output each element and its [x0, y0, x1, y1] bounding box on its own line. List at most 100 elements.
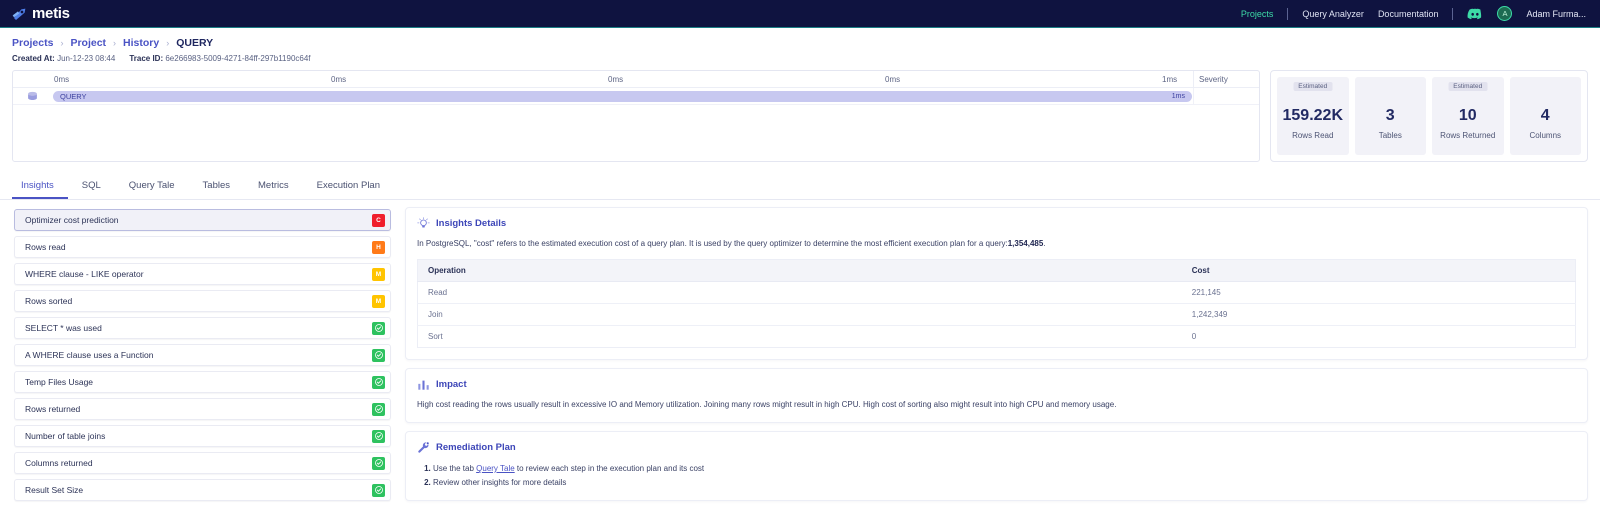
severity-badge-ok-icon: [372, 348, 385, 362]
remediation-steps: Use the tab Query Tale to review each st…: [417, 462, 1576, 489]
nav-link-documentation[interactable]: Documentation: [1378, 9, 1439, 19]
insight-item[interactable]: Rows sorted M: [14, 290, 391, 312]
remediation-header: Remediation Plan: [417, 441, 1576, 454]
nav-links: Projects Query Analyzer Documentation A …: [1241, 6, 1586, 21]
insights-list: Optimizer cost prediction C Rows read H WHER…: [12, 207, 393, 523]
nav-divider: [1452, 7, 1454, 20]
breadcrumb-item-history[interactable]: History: [123, 37, 159, 49]
insight-item[interactable]: Rows read H: [14, 236, 391, 258]
insight-item[interactable]: SELECT * was used: [14, 317, 391, 339]
app-logo[interactable]: metis: [12, 5, 70, 22]
trace-row-gutter: [13, 91, 51, 102]
trace-span-track: QUERY 1ms: [51, 88, 1193, 104]
breadcrumb-item-project[interactable]: Project: [70, 37, 106, 49]
stat-value: 3: [1385, 107, 1395, 125]
estimated-badge: Estimated: [1293, 82, 1333, 91]
insight-item-label: Number of table joins: [25, 431, 106, 441]
insight-item[interactable]: Optimizer cost prediction C: [14, 209, 391, 231]
remediation-step: Use the tab Query Tale to review each st…: [433, 462, 1576, 476]
insights-details-card: Insights Details In PostgreSQL, "cost" r…: [405, 207, 1588, 360]
created-at-label: Created At:: [12, 54, 55, 63]
cost-cell-operation: Join: [417, 303, 1182, 326]
severity-badge: H: [372, 240, 385, 254]
breadcrumb-separator-icon: ›: [60, 38, 64, 48]
impact-card: Impact High cost reading the rows usuall…: [405, 368, 1588, 423]
remediation-step-text-after: to review each step in the execution pla…: [514, 464, 705, 473]
stat-card-columns: 4 Columns: [1509, 77, 1581, 155]
insight-item[interactable]: Columns returned: [14, 452, 391, 474]
stat-value: 10: [1458, 107, 1477, 125]
tab-sql[interactable]: SQL: [68, 174, 115, 199]
cost-cell-cost: 0: [1191, 332, 1197, 341]
insight-item-label: Rows returned: [25, 404, 81, 414]
trace-tick-3: 0ms: [885, 74, 901, 84]
bar-chart-icon: [418, 380, 429, 390]
severity-badge: C: [372, 213, 385, 227]
insights-content: Optimizer cost prediction C Rows read H WHER…: [0, 200, 1600, 523]
breadcrumb-item-projects[interactable]: Projects: [12, 37, 53, 49]
insight-item[interactable]: WHERE clause - LIKE operator M: [14, 263, 391, 285]
insight-item-label: WHERE clause - LIKE operator: [25, 269, 144, 279]
remediation-step-text: Use the tab: [433, 464, 477, 473]
remediation-title: Remediation Plan: [436, 442, 516, 453]
avatar[interactable]: A: [1497, 6, 1513, 21]
breadcrumb-item-query: QUERY: [176, 37, 214, 49]
trace-timeline-panel: 0ms 0ms 0ms 0ms 1ms Severity QUERY 1ms: [12, 70, 1260, 162]
insight-detail-column: Insights Details In PostgreSQL, "cost" r…: [405, 207, 1588, 523]
tab-insights[interactable]: Insights: [12, 174, 68, 199]
insights-details-header: Insights Details: [417, 217, 1576, 230]
breadcrumb-separator-icon: ›: [113, 38, 117, 48]
trace-id-label: Trace ID:: [129, 54, 164, 63]
stat-label: Rows Read: [1292, 130, 1334, 140]
trace-tick-2: 0ms: [608, 74, 624, 84]
remediation-card: Remediation Plan Use the tab Query Tale …: [405, 431, 1588, 502]
tab-execution-plan[interactable]: Execution Plan: [303, 174, 394, 199]
stats-panel: Estimated 159.22K Rows Read 3 Tables Est…: [1270, 70, 1588, 162]
insight-item[interactable]: A WHERE clause uses a Function: [14, 344, 391, 366]
trace-row-severity-cell: [1193, 88, 1259, 104]
trace-span-query[interactable]: QUERY 1ms: [53, 90, 1192, 102]
discord-icon[interactable]: [1467, 8, 1483, 20]
insights-details-text-before: In PostgreSQL, "cost" refers to the esti…: [417, 239, 1008, 248]
tab-query-tale[interactable]: Query Tale: [115, 174, 189, 199]
cost-cell-operation: Sort: [428, 332, 443, 341]
stat-label: Rows Returned: [1440, 130, 1496, 140]
insights-details-text-after: .: [1043, 239, 1046, 248]
trace-row[interactable]: QUERY 1ms: [13, 88, 1259, 105]
insight-item[interactable]: Result Set Size: [14, 479, 391, 501]
cost-cell-cost: 221,145: [1181, 281, 1576, 304]
insight-item[interactable]: Rows returned: [14, 398, 391, 420]
stat-value: 4: [1540, 107, 1550, 125]
severity-badge-ok-icon: [372, 429, 385, 443]
cost-cell-operation: Read: [417, 281, 1182, 304]
tab-tables[interactable]: Tables: [189, 174, 244, 199]
stat-card-tables: 3 Tables: [1354, 77, 1426, 155]
cost-table-row: Join 1,242,349: [417, 303, 1576, 326]
trace-tick-4: 1ms: [1162, 74, 1178, 84]
remediation-step: Review other insights for more details: [433, 476, 1576, 490]
insight-item[interactable]: Temp Files Usage: [14, 371, 391, 393]
trace-timeline-header: 0ms 0ms 0ms 0ms 1ms Severity: [13, 71, 1259, 88]
insights-details-title: Insights Details: [436, 218, 507, 229]
nav-link-projects[interactable]: Projects: [1241, 9, 1274, 19]
severity-badge: M: [372, 267, 385, 281]
cost-cell-cost: 1,242,349: [1181, 303, 1576, 326]
insight-item-label: Columns returned: [25, 458, 93, 468]
severity-badge-ok-icon: [372, 321, 385, 335]
insight-item[interactable]: Number of table joins: [14, 425, 391, 447]
insight-item-label: Optimizer cost prediction: [25, 215, 119, 225]
stat-label: Tables: [1378, 130, 1402, 140]
tab-metrics[interactable]: Metrics: [244, 174, 303, 199]
user-name[interactable]: Adam Furma...: [1526, 9, 1586, 19]
rocket-icon: [12, 8, 26, 20]
breadcrumb: Projects › Project › History › QUERY: [12, 37, 1588, 49]
severity-badge-ok-icon: [372, 402, 385, 416]
cost-table-body: Read 221,145 Join 1,242,349 Sort 0: [417, 281, 1576, 348]
nav-link-query-analyzer[interactable]: Query Analyzer: [1302, 9, 1364, 19]
remediation-step-link[interactable]: Query Tale: [476, 464, 515, 473]
insights-details-cost-value: 1,354,485: [1007, 239, 1044, 248]
database-icon: [27, 91, 37, 100]
cost-table-row: Sort 0: [418, 326, 1576, 348]
trace-timeline-body: QUERY 1ms: [13, 88, 1259, 105]
trace-severity-header: Severity: [1193, 71, 1259, 87]
